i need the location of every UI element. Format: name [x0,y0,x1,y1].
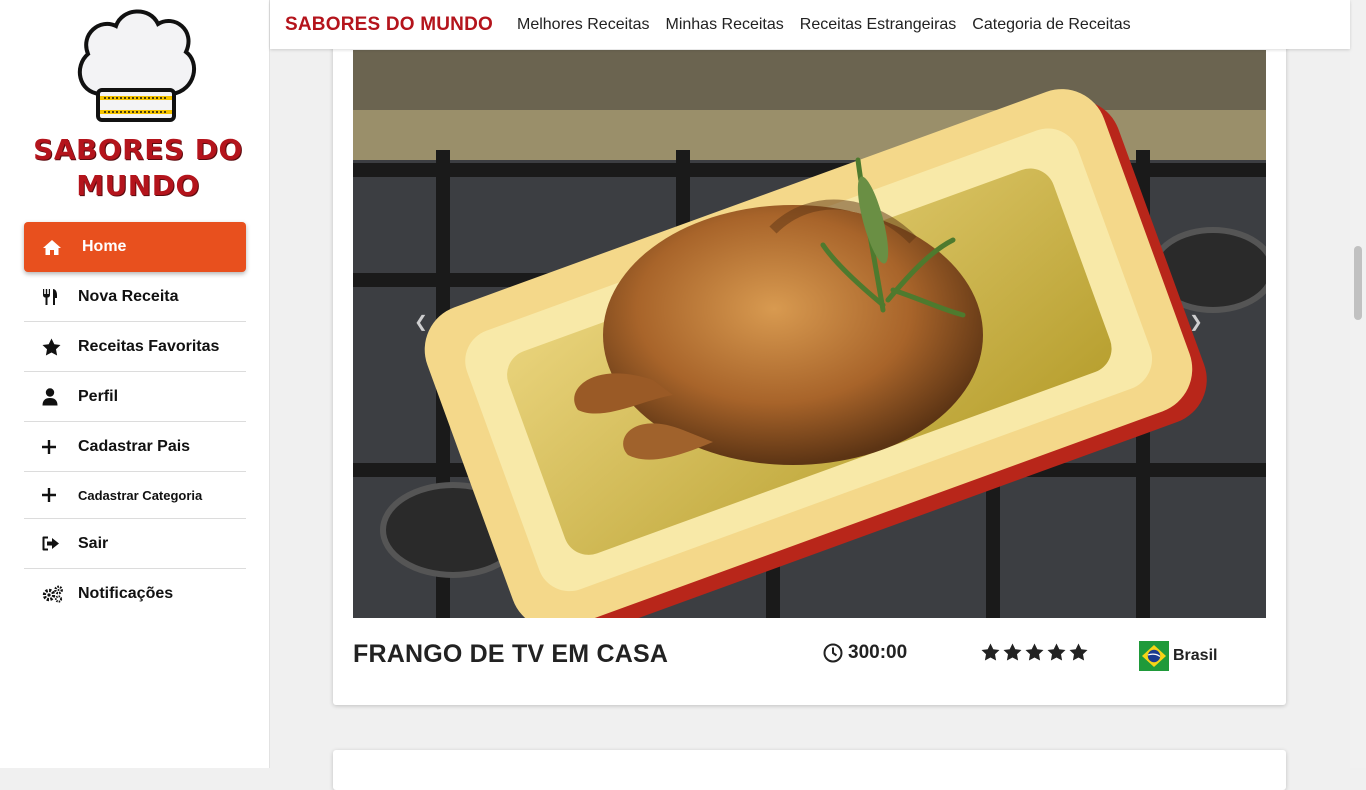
sidebar-item-sair[interactable]: Sair [24,519,246,569]
user-icon [42,387,68,406]
carousel-prev-button[interactable]: ❮ [411,312,431,332]
recipe-card-next[interactable] [333,750,1286,790]
carousel-next-button[interactable]: ❯ [1186,312,1206,332]
sidebar: SABORES DO MUNDO Home Nova Receita Recei… [0,0,270,768]
recipe-photo[interactable]: ❮ ❯ [353,50,1266,618]
utensils-icon [42,288,68,306]
home-icon [42,239,68,256]
chef-hat-logo-icon[interactable] [70,4,200,126]
nav-link-melhores-receitas[interactable]: Melhores Receitas [517,16,650,34]
sidebar-item-perfil[interactable]: Perfil [24,372,246,422]
recipe-rating[interactable] [981,643,1091,661]
brazil-flag-icon [1139,641,1169,671]
recipe-time-value: 300:00 [848,642,908,663]
sign-out-icon [42,536,68,551]
nav-link-minhas-receitas[interactable]: Minhas Receitas [666,16,784,34]
gears-icon [42,585,68,603]
sidebar-item-notificacoes[interactable]: Notificações [24,569,246,619]
star-icon [42,338,68,356]
scrollbar-thumb[interactable] [1354,246,1362,320]
nav-link-receitas-estrangeiras[interactable]: Receitas Estrangeiras [800,16,957,34]
logo-text: SABORES DO MUNDO [33,133,243,202]
roast-chicken-photo [353,50,1266,618]
sidebar-item-label: Receitas Favoritas [78,337,220,355]
sidebar-item-label: Sair [78,534,109,552]
nav-link-categoria-receitas[interactable]: Categoria de Receitas [972,16,1130,34]
sidebar-item-home[interactable]: Home [24,222,246,272]
sidebar-item-label: Notificações [78,585,174,602]
recipe-title: FRANGO DE TV EM CASA [353,640,669,668]
navbar-brand[interactable]: SABORES DO MUNDO [285,14,493,36]
page-scrollbar[interactable] [1350,0,1366,768]
recipe-country-name: Brasil [1173,647,1218,664]
top-navbar: SABORES DO MUNDO Melhores Receitas Minha… [270,0,1350,49]
recipe-card[interactable]: ❮ ❯ FRANGO DE TV EM CASA 300:00 Brasil [333,40,1286,705]
star-icon[interactable] [981,643,1000,661]
sidebar-item-label: Cadastrar Pais [78,437,191,455]
sidebar-item-cadastrar-pais[interactable]: Cadastrar Pais [24,422,246,472]
recipe-country: Brasil [1139,641,1217,671]
clock-icon [823,643,843,663]
plus-icon [42,439,68,454]
recipe-time: 300:00 [823,642,907,664]
sidebar-item-label: Cadastrar Categoria [78,487,203,503]
plus-icon [42,488,68,502]
sidebar-item-label: Perfil [78,387,119,405]
star-icon[interactable] [1025,643,1044,661]
sidebar-item-label: Nova Receita [78,287,179,305]
sidebar-menu: Home Nova Receita Receitas Favoritas Per… [24,222,246,619]
sidebar-item-label: Home [82,238,127,255]
sidebar-item-cadastrar-categoria[interactable]: Cadastrar Categoria [24,472,246,519]
star-icon[interactable] [1003,643,1022,661]
star-icon[interactable] [1047,643,1066,661]
sidebar-item-nova-receita[interactable]: Nova Receita [24,272,246,322]
star-icon[interactable] [1069,643,1088,661]
sidebar-item-receitas-favoritas[interactable]: Receitas Favoritas [24,322,246,372]
